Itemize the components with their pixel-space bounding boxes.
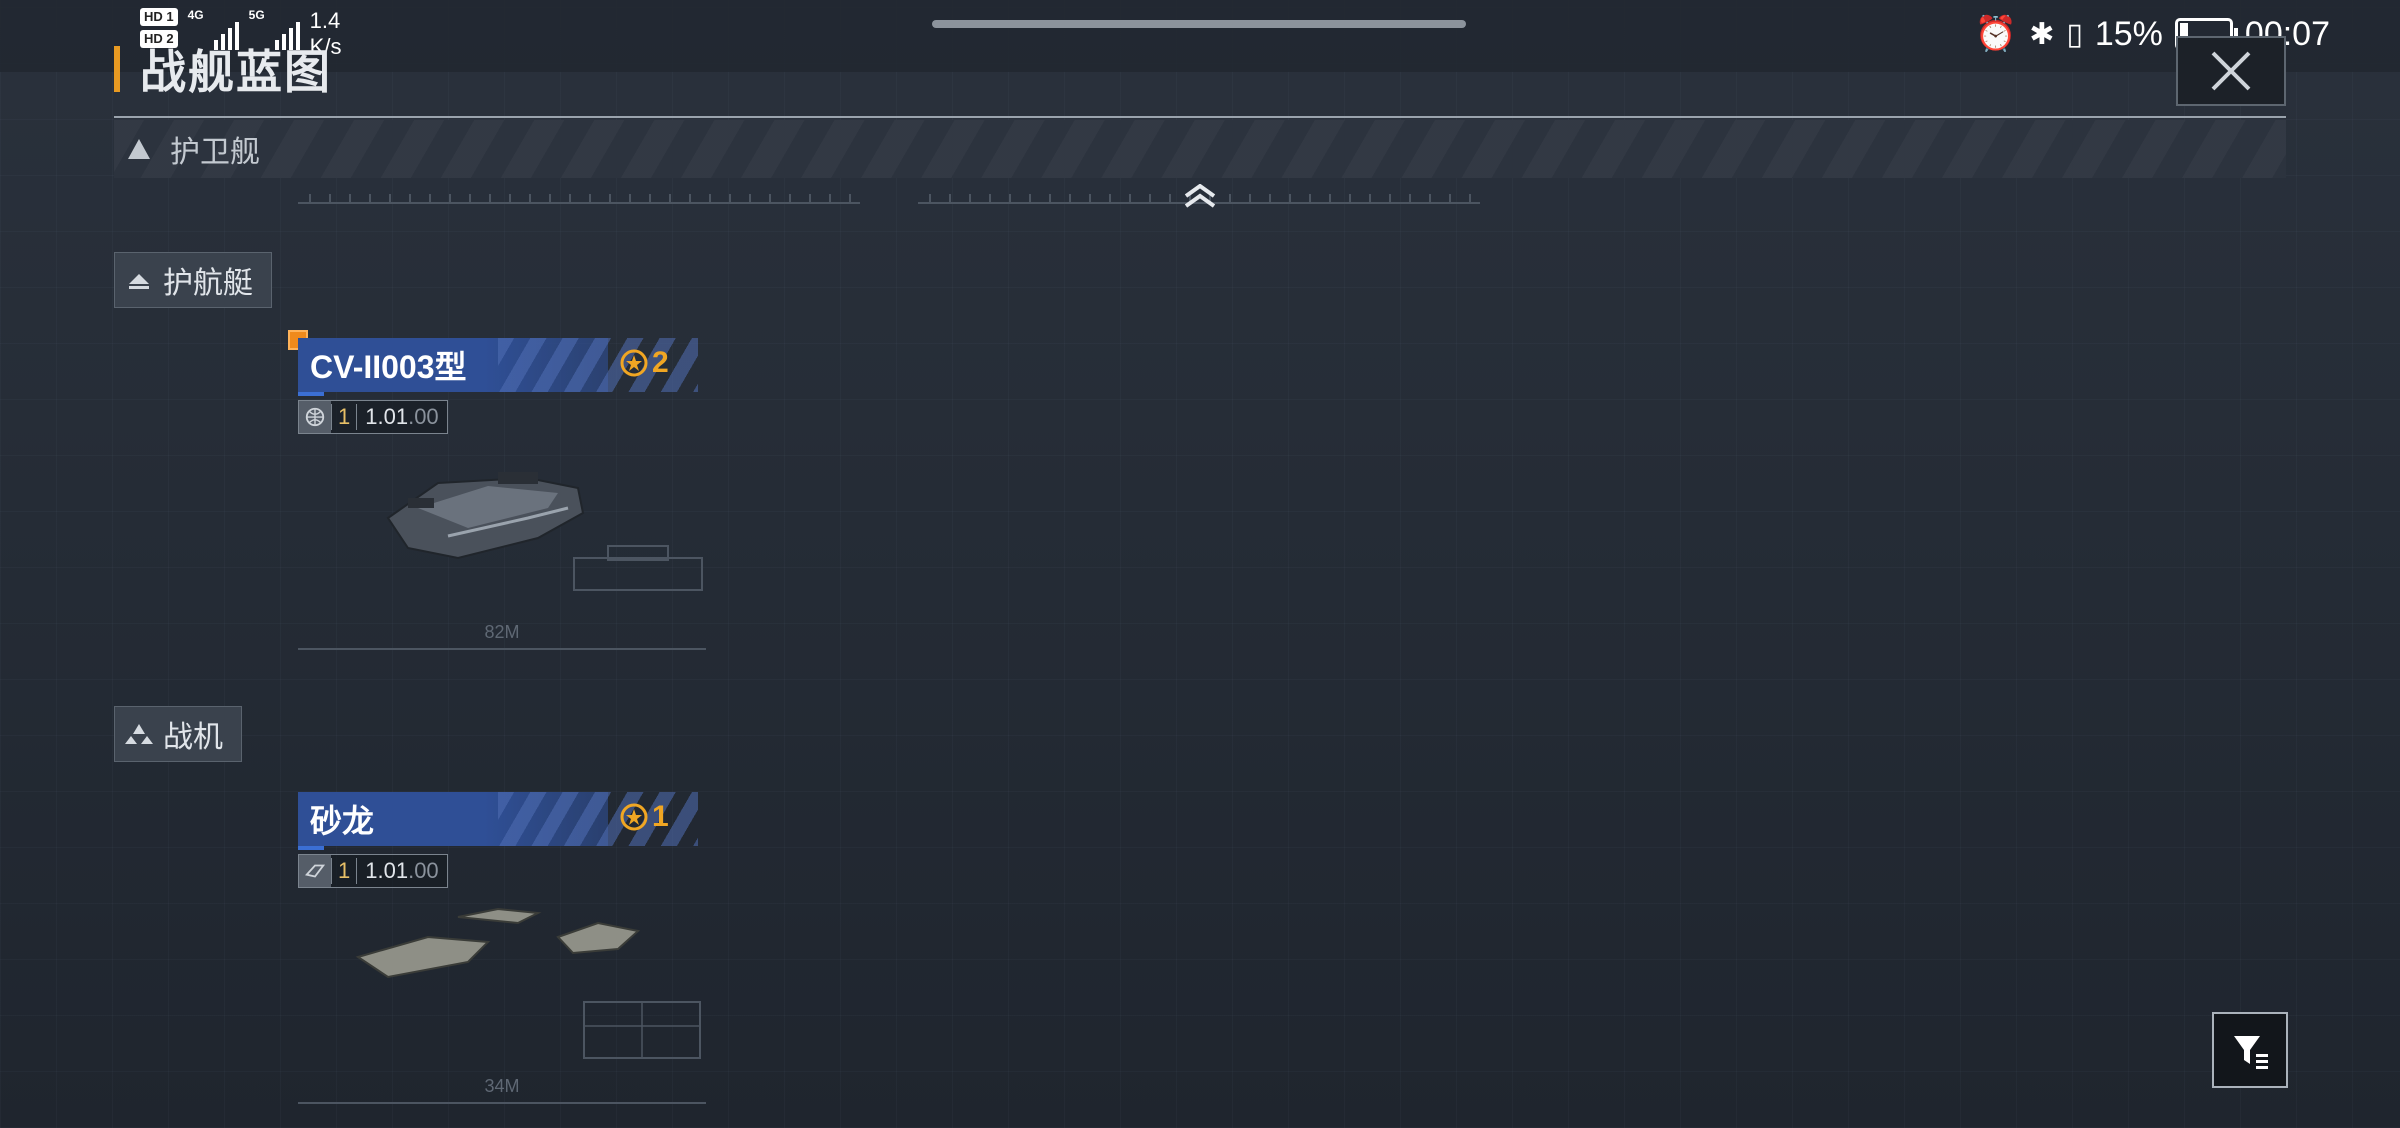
ship-image-cv — [386, 472, 585, 560]
bluetooth-icon: ✱ — [2029, 17, 2055, 51]
star-badge-icon-2 — [620, 803, 648, 831]
drag-handle[interactable] — [932, 20, 1466, 28]
ship-stats: 1 1.01.00 — [298, 400, 448, 434]
star-rating: 2 — [620, 346, 669, 380]
title-underline-2 — [298, 846, 324, 850]
category-header-corvette[interactable]: 护航艇 — [114, 252, 272, 308]
chevron-up-icon[interactable] — [1182, 184, 1218, 208]
ship-size: 82M — [484, 622, 520, 642]
ship-level-2: 1 — [331, 858, 356, 884]
category-label-frigate: 护卫舰 — [170, 136, 260, 169]
ship-length-dim-2: 34M — [298, 1076, 706, 1104]
close-icon — [2211, 51, 2251, 91]
category-bar-frigate[interactable]: 护卫舰 — [114, 120, 2286, 178]
fighter-blueprint — [583, 1001, 701, 1059]
filter-icon — [2234, 1036, 2268, 1069]
ship-name-2: 砂龙 — [310, 803, 375, 839]
triangle-up-icon — [128, 139, 150, 159]
star-count: 2 — [652, 346, 669, 379]
header-divider — [114, 116, 2286, 118]
star-rating-2: 1 — [620, 800, 669, 834]
category-header-fighter[interactable]: 战机 — [114, 706, 242, 762]
category-label-fighter: 战机 — [163, 721, 223, 754]
version-main-2: 1.01 — [365, 858, 409, 883]
ruler-decoration — [298, 186, 860, 204]
globe-icon — [299, 401, 331, 433]
ship-name: CV-II003型 — [310, 349, 467, 385]
ship-card-2[interactable]: 砂龙 1 1 1.01.00 34M — [298, 792, 708, 1112]
network-5g: 5G — [248, 8, 265, 22]
fighter-image — [355, 907, 641, 979]
battery-percent: 15% — [2094, 14, 2163, 53]
ship-name-bar: CV-II003型 — [298, 338, 698, 396]
filter-button[interactable] — [2212, 1012, 2288, 1088]
ship-size-2: 34M — [484, 1076, 520, 1096]
ship-card-1[interactable]: CV-II003型 2 1 1.01.00 82M — [298, 338, 708, 658]
version-main: 1.01 — [365, 404, 409, 429]
close-button[interactable] — [2176, 36, 2286, 106]
ship-stats-2: 1 1.01.00 — [298, 854, 448, 888]
star-count-2: 1 — [652, 800, 669, 833]
ship-level: 1 — [331, 404, 356, 430]
category-label-corvette: 护航艇 — [163, 267, 253, 300]
title-accent — [114, 46, 120, 92]
vibrate-icon: ▯ — [2066, 17, 2083, 51]
ship-length-dim: 82M — [298, 622, 706, 650]
speed-value: 1.4 — [309, 8, 341, 33]
brand-icon — [299, 855, 331, 887]
ship-version: 1.01.00 — [356, 404, 446, 430]
ship-name-bar-2: 砂龙 — [298, 792, 698, 850]
alarm-icon: ⏰ — [1974, 15, 2018, 53]
title-underline — [298, 392, 324, 396]
ship-blueprint-side — [573, 545, 703, 591]
network-4g: 4G — [187, 8, 204, 22]
fighter-icon — [125, 724, 153, 744]
sim1-label: HD 1 — [140, 8, 178, 26]
corvette-icon — [129, 274, 149, 289]
version-sub-2: .00 — [408, 858, 439, 883]
ship-version-2: 1.01.00 — [356, 858, 446, 884]
version-sub: .00 — [408, 404, 439, 429]
star-badge-icon — [620, 349, 648, 377]
page-title: 战舰蓝图 — [140, 46, 332, 98]
